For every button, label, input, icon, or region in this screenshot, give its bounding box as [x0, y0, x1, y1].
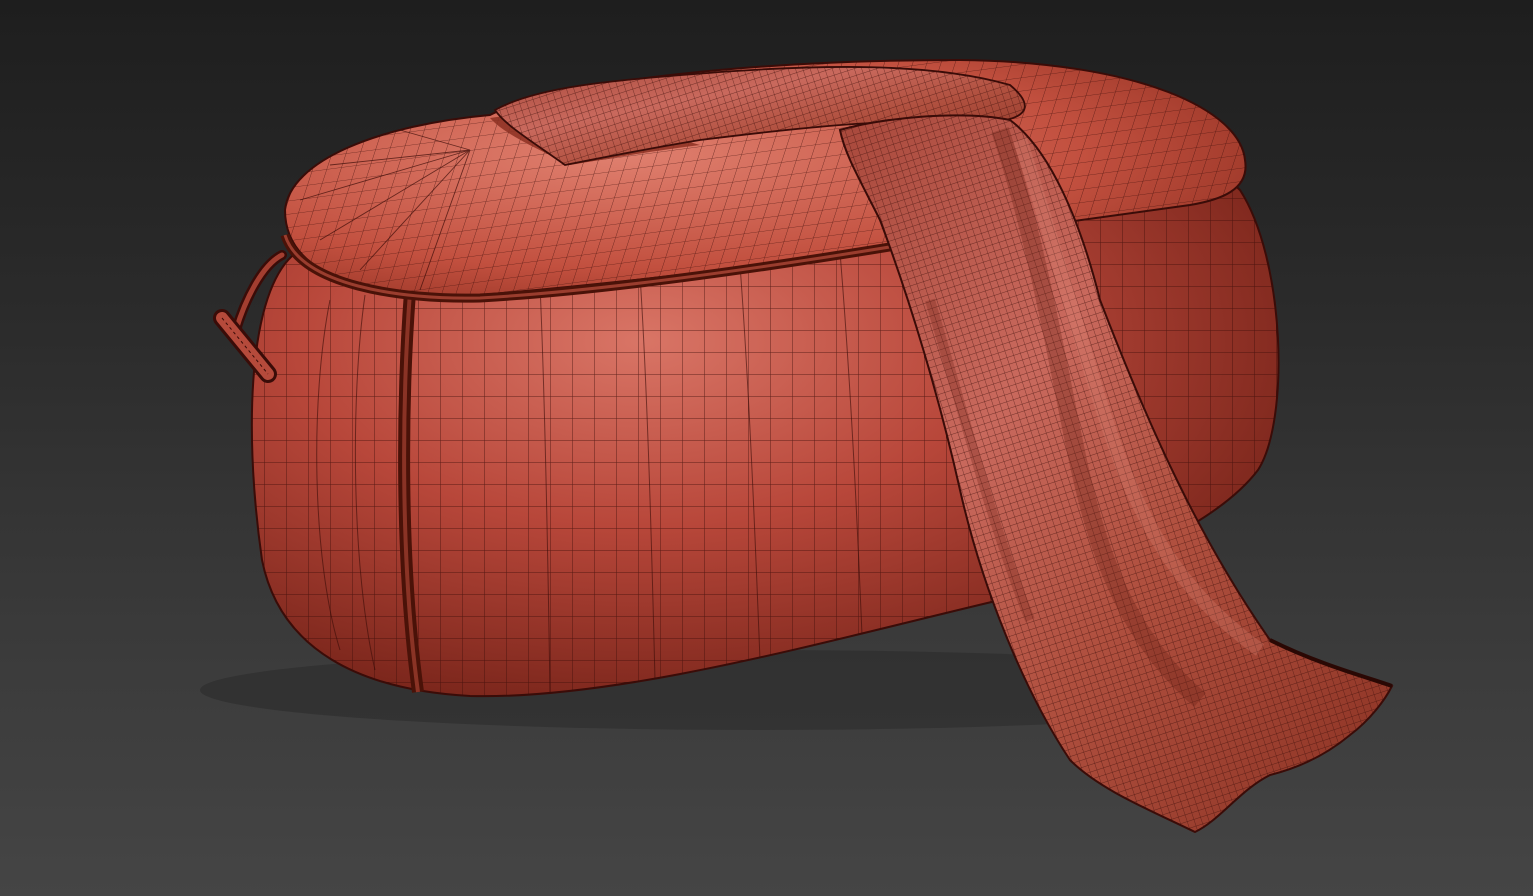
scene-render [200, 58, 1394, 834]
3d-viewport[interactable] [0, 0, 1533, 896]
